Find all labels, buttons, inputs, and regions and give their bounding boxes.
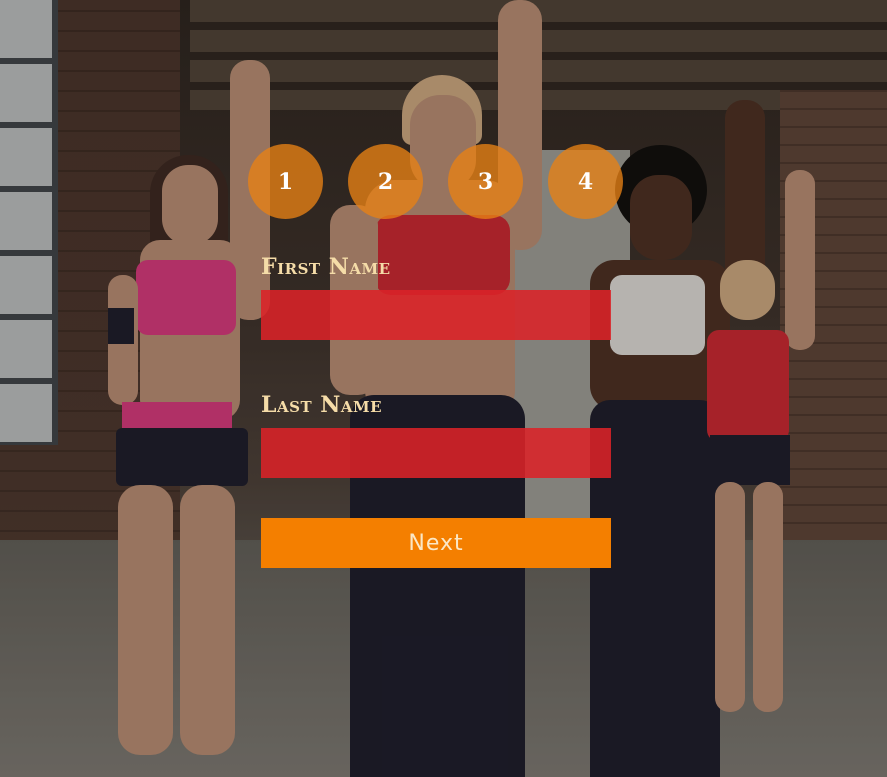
step-3-label: 3 bbox=[477, 168, 494, 195]
last-name-label: Last Name bbox=[261, 392, 383, 418]
step-2-circle[interactable]: 2 bbox=[348, 144, 423, 219]
step-4-label: 4 bbox=[577, 168, 594, 195]
last-name-input[interactable] bbox=[261, 428, 611, 478]
step-2-label: 2 bbox=[377, 168, 394, 195]
name-form: First Name Last Name Next bbox=[261, 254, 611, 568]
first-name-input[interactable] bbox=[261, 290, 611, 340]
next-button[interactable]: Next bbox=[261, 518, 611, 568]
step-1-circle[interactable]: 1 bbox=[248, 144, 323, 219]
first-name-label: First Name bbox=[261, 254, 391, 280]
step-indicator: 1 2 3 4 bbox=[248, 144, 628, 219]
step-4-circle[interactable]: 4 bbox=[548, 144, 623, 219]
step-3-circle[interactable]: 3 bbox=[448, 144, 523, 219]
step-1-label: 1 bbox=[277, 168, 294, 195]
